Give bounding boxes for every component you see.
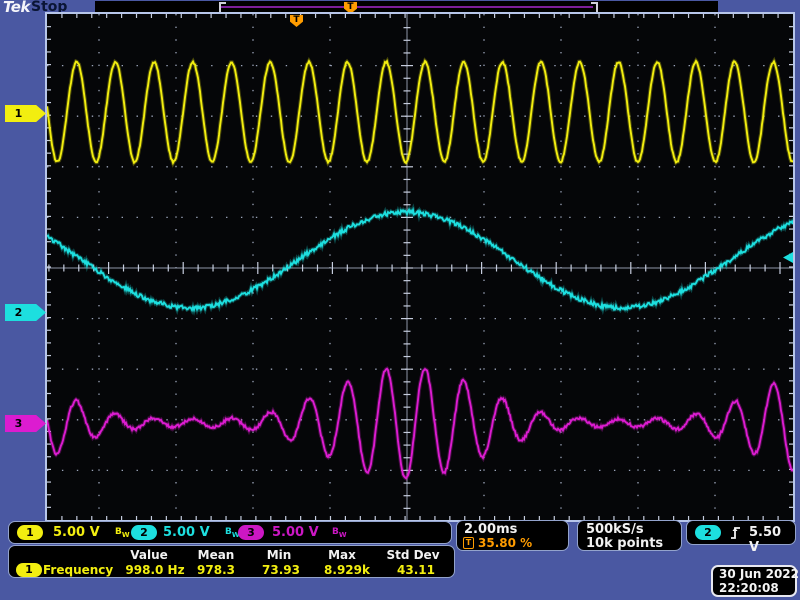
meas-header-stddev: Std Dev: [375, 548, 451, 562]
rising-edge-icon: [729, 525, 743, 541]
sample-rate: 500kS/s: [586, 522, 644, 537]
channel2-badge[interactable]: 2: [131, 525, 157, 540]
measurement-stddev: 43.11: [378, 563, 454, 577]
measurement-min: 73.93: [243, 563, 319, 577]
datetime-box: 30 Jun 2022 22:20:08: [711, 565, 797, 597]
channel2-scale[interactable]: 5.00 V: [163, 525, 210, 540]
meas-header-value: Value: [111, 548, 187, 562]
trigger-source-badge: 2: [695, 525, 721, 540]
channel3-bandwidth-icon: BW: [332, 527, 347, 539]
record-length: 10k points: [586, 536, 663, 551]
channel3-badge[interactable]: 3: [238, 525, 264, 540]
channel1-scale[interactable]: 5.00 V: [53, 525, 100, 540]
measurement-bar: Value Mean Min Max Std Dev 1 Frequency 9…: [8, 545, 455, 578]
trigger-level: 5.50 V: [749, 525, 795, 555]
time-text: 22:20:08: [719, 581, 779, 595]
channel-scale-bar: 1 5.00 V BW 2 5.00 V BW 3 5.00 V BW: [8, 521, 452, 544]
waveform-display: [0, 0, 800, 600]
acquisition-readout[interactable]: 500kS/s 10k points: [577, 520, 682, 551]
trigger-readout[interactable]: 2 5.50 V: [686, 520, 796, 545]
measurement-name[interactable]: Frequency: [43, 563, 113, 577]
channel3-scale[interactable]: 5.00 V: [272, 525, 319, 540]
channel1-bandwidth-icon: BW: [115, 527, 130, 539]
measurement-channel-badge: 1: [16, 563, 42, 577]
measurement-max: 8.929k: [309, 563, 385, 577]
horizontal-trigger-position: 35.80 %: [478, 536, 532, 550]
horizontal-scale: 2.00ms: [464, 522, 517, 537]
horizontal-readout[interactable]: 2.00ms T 35.80 %: [456, 520, 569, 551]
channel1-badge[interactable]: 1: [17, 525, 43, 540]
trigger-position-t-icon: T: [463, 537, 474, 549]
meas-header-max: Max: [304, 548, 380, 562]
date-text: 30 Jun 2022: [719, 567, 799, 581]
